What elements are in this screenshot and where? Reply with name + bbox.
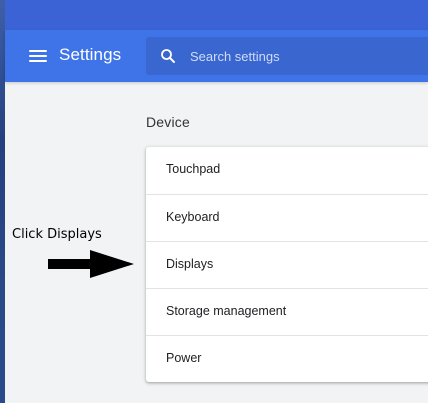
- menu-item-label: Displays: [166, 257, 214, 271]
- settings-header: Settings: [5, 30, 428, 82]
- menu-item-keyboard[interactable]: Keyboard: [146, 194, 428, 241]
- main-menu-button[interactable]: [29, 46, 47, 66]
- section-title-device: Device: [146, 114, 190, 130]
- hamburger-menu-icon: [29, 50, 47, 52]
- window-title-bar: [5, 0, 428, 30]
- instruction-annotation: Click Displays: [12, 227, 102, 242]
- menu-item-label: Keyboard: [166, 210, 220, 224]
- search-input[interactable]: [190, 46, 420, 66]
- menu-item-storage-management[interactable]: Storage management: [146, 288, 428, 335]
- device-settings-card: Touchpad Keyboard Displays Storage manag…: [146, 147, 428, 382]
- search-icon[interactable]: [159, 47, 177, 65]
- page-title: Settings: [59, 45, 122, 64]
- menu-item-touchpad[interactable]: Touchpad: [146, 147, 428, 194]
- arrow-right-icon: [48, 250, 134, 278]
- menu-item-label: Touchpad: [166, 162, 221, 176]
- menu-item-power[interactable]: Power: [146, 335, 428, 382]
- search-box[interactable]: [146, 37, 428, 75]
- menu-item-label: Power: [166, 351, 202, 365]
- menu-item-displays[interactable]: Displays: [146, 241, 428, 288]
- menu-item-label: Storage management: [166, 304, 287, 318]
